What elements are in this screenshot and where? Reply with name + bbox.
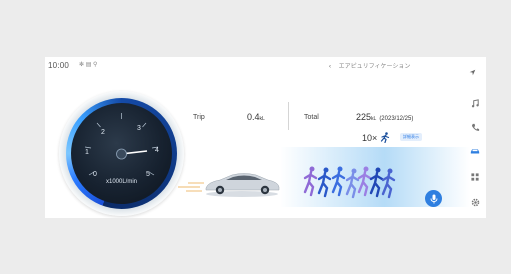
multiplier-value: 10× (362, 132, 390, 144)
total-date: (2023/12/25) (379, 116, 414, 122)
flow-gauge: 0 1 2 3 4 5 x1000L/min (59, 91, 184, 216)
status-icons: ✻ ▤ ⚲ (79, 62, 98, 68)
display-screen: 10:00 ✻ ▤ ⚲ ‹ エアピュリフィケーション 0 1 2 3 4 5 x… (45, 57, 486, 218)
divider (288, 102, 289, 130)
multiplier-text: 10× (362, 133, 378, 143)
total-number: 225 (356, 112, 372, 122)
header[interactable]: ‹ エアピュリフィケーション (329, 61, 410, 70)
car-illustration (205, 173, 280, 197)
car-icon[interactable] (469, 145, 481, 157)
trip-unit: kL (259, 116, 265, 122)
settings-icon[interactable] (469, 196, 481, 208)
microphone-icon (430, 194, 437, 203)
total-unit: kL (371, 116, 377, 122)
runner-icon (380, 132, 389, 144)
page-title: エアピュリフィケーション (338, 64, 411, 70)
gauge-unit-label: x1000L/min (105, 179, 138, 185)
gauge-tick-label: 5 (146, 171, 150, 178)
gauge-tick-label: 2 (101, 129, 105, 136)
back-chevron-icon[interactable]: ‹ (329, 64, 331, 70)
trip-value: 0.4kL (247, 112, 265, 122)
gauge-hub (116, 148, 127, 160)
total-value: 225kL (2023/12/25) (356, 112, 413, 122)
clock: 10:00 (48, 61, 70, 70)
gauge-tick-label: 4 (155, 147, 159, 154)
trip-label: Trip (193, 114, 205, 121)
music-icon[interactable] (469, 97, 481, 109)
detail-button[interactable]: 詳細表示 (400, 133, 422, 141)
runners-illustration (303, 166, 396, 199)
gauge-tick-label: 0 (93, 171, 97, 178)
status-bar: 10:00 ✻ ▤ ⚲ ‹ エアピュリフィケーション (45, 57, 486, 76)
phone-icon[interactable] (469, 121, 481, 133)
gauge-ticks (84, 113, 159, 176)
total-label: Total (304, 114, 319, 121)
gauge-tick-label: 3 (137, 125, 141, 132)
apps-icon[interactable] (469, 171, 481, 183)
gauge-tick-label: 1 (85, 149, 89, 156)
trip-number: 0.4 (247, 112, 260, 122)
microphone-button[interactable] (425, 190, 442, 207)
